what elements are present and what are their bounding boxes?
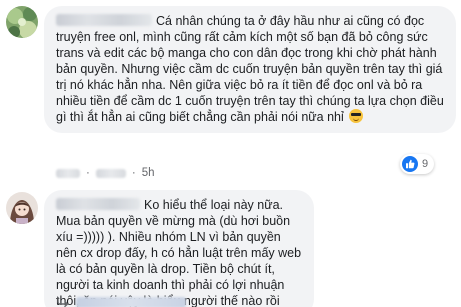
avatar[interactable] xyxy=(6,192,38,224)
comment-actions: · · 5h xyxy=(56,167,154,179)
reply-link[interactable] xyxy=(95,168,126,178)
replies-text xyxy=(76,296,186,307)
commenter-name[interactable] xyxy=(56,14,152,26)
comment-2: Ko hiểu thể loại này nữa. Mua bản quyền … xyxy=(0,190,461,307)
comment-bubble: Ko hiểu thể loại này nữa. Mua bản quyền … xyxy=(44,190,314,307)
reaction-count: 9 xyxy=(422,158,429,170)
view-replies-link[interactable] xyxy=(56,296,186,307)
comment-bubble: Cá nhân chúng ta ở đây hầu như ai cũng c… xyxy=(44,6,456,133)
sunglasses-emoji xyxy=(349,109,364,123)
avatar[interactable] xyxy=(6,6,38,38)
like-link[interactable] xyxy=(56,168,80,178)
comment-1: Cá nhân chúng ta ở đây hầu như ai cũng c… xyxy=(0,0,461,179)
avatar-image xyxy=(6,6,38,38)
reply-arrow-icon xyxy=(57,297,69,307)
commenter-name[interactable] xyxy=(56,198,140,210)
comment-text: Cá nhân chúng ta ở đây hầu như ai cũng c… xyxy=(56,14,444,124)
comment-time[interactable]: 5h xyxy=(142,167,155,179)
like-icon xyxy=(402,156,418,172)
reaction-summary[interactable]: 9 xyxy=(400,154,435,174)
avatar-image xyxy=(6,192,38,224)
comment-text: Ko hiểu thể loại này nữa. Mua bản quyền … xyxy=(56,198,302,307)
